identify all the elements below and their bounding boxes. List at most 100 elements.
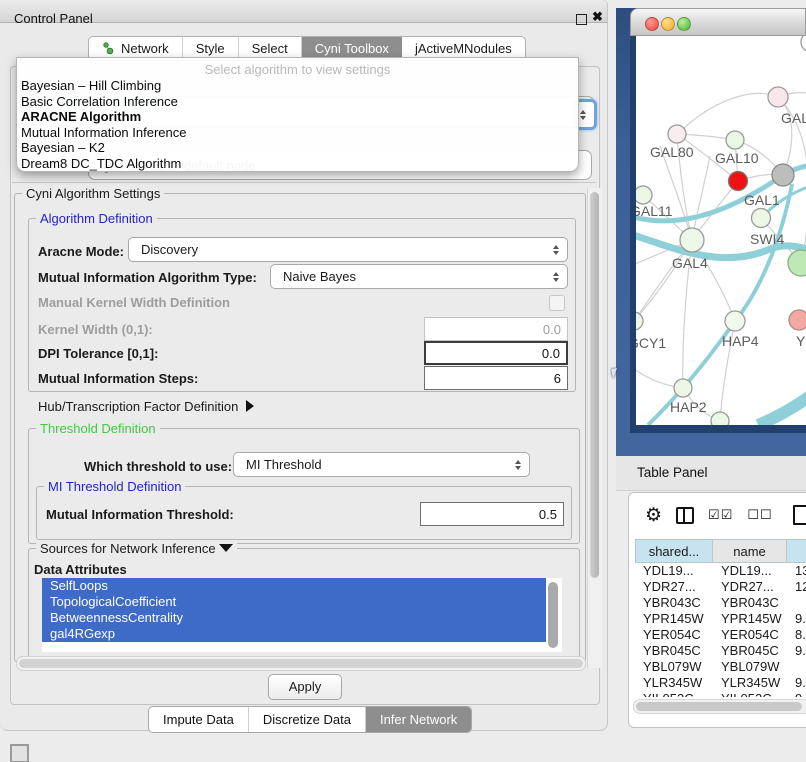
float-window-icon[interactable]	[576, 14, 587, 25]
table-cell: 9.	[787, 691, 806, 697]
table-row[interactable]: YDR27...YDR27...12	[635, 579, 806, 595]
network-node[interactable]	[801, 36, 806, 52]
network-node-gal1[interactable]	[772, 164, 794, 186]
dropdown-item[interactable]: ARACNE Algorithm	[17, 109, 578, 125]
table-row[interactable]: YBR043CYBR043C	[635, 595, 806, 611]
table-cell: 9.	[787, 643, 806, 659]
horizontal-scrollbar[interactable]	[16, 656, 586, 671]
manual-kernel-checkbox[interactable]	[549, 295, 565, 311]
hub-section-toggle[interactable]: Hub/Transcription Factor Definition	[38, 399, 254, 414]
column-header[interactable]: name	[713, 539, 787, 563]
network-node-swi4[interactable]	[752, 209, 771, 228]
dropdown-item[interactable]: Dream8 DC_TDC Algorithm	[17, 156, 578, 172]
node-label: HAP2	[670, 399, 707, 415]
algorithm-dropdown-popup: Select algorithm to view settings Bayesi…	[16, 57, 579, 172]
manual-kernel-label: Manual Kernel Width Definition	[38, 295, 230, 310]
network-node-y[interactable]	[789, 310, 806, 330]
table-cell: YBR045C	[635, 643, 713, 659]
node-label: SWI4	[750, 231, 784, 247]
table-cell: 13	[787, 563, 806, 579]
mi-threshold-field[interactable]: 0.5	[420, 502, 564, 526]
network-node-hap2[interactable]	[674, 379, 692, 397]
docked-panel-icon[interactable]	[10, 744, 29, 762]
select-all-icon[interactable]: ☑☑	[708, 507, 733, 523]
table-cell: 12	[787, 579, 806, 595]
close-window-icon[interactable]: ✖	[592, 9, 603, 25]
kernel-width-field[interactable]: 0.0	[424, 317, 568, 341]
table-row[interactable]: YBL079WYBL079W	[635, 659, 806, 675]
network-node-gcy1[interactable]	[636, 312, 643, 330]
table-cell: 8.	[787, 627, 806, 643]
mi-steps-field[interactable]: 6	[424, 366, 568, 390]
network-node[interactable]	[711, 412, 729, 425]
document-icon[interactable]	[793, 505, 806, 525]
data-attributes-list[interactable]: SelfLoopsTopologicalCoefficientBetweenne…	[42, 578, 562, 652]
vertical-scrollbar[interactable]	[587, 188, 602, 668]
network-node-gal4[interactable]	[680, 228, 704, 252]
mi-threshold-title: MI Threshold Definition	[44, 479, 185, 494]
table-row[interactable]: YER054CYER054C8.	[635, 627, 806, 643]
table-row[interactable]: YPR145WYPR145W9.	[635, 611, 806, 627]
bottom-tab-bar: Impute DataDiscretize DataInfer Network	[148, 706, 472, 733]
network-node-gal11[interactable]	[636, 186, 652, 204]
network-node-gal80[interactable]	[668, 125, 686, 143]
which-threshold-combobox[interactable]: MI Threshold	[233, 452, 530, 477]
stepper-arrows-icon	[515, 460, 521, 470]
table-row[interactable]: YLR345WYLR345W9.	[635, 675, 806, 691]
tab-infer-network[interactable]: Infer Network	[366, 707, 471, 732]
node-label: GAL	[781, 110, 806, 126]
dpi-tolerance-field[interactable]: 0.0	[424, 341, 568, 365]
tab-impute-data[interactable]: Impute Data	[149, 707, 249, 732]
dropdown-prompt: Select algorithm to view settings	[17, 58, 578, 78]
network-nodes: GALGAL80GAL10GAL1GAL11SWI4GAL4GCY1HAP4YH…	[636, 36, 806, 425]
sources-toggle[interactable]: Sources for Network Inference	[36, 541, 237, 556]
table-horizontal-scrollbar[interactable]	[633, 699, 806, 714]
mi-steps-label: Mutual Information Steps:	[38, 371, 198, 386]
gear-icon[interactable]: ⚙	[645, 506, 662, 525]
close-traffic-light-icon[interactable]	[645, 17, 659, 31]
split-columns-icon[interactable]	[676, 507, 694, 524]
table-cell	[787, 595, 806, 611]
network-node-gal[interactable]	[768, 87, 788, 107]
network-icon	[102, 42, 115, 55]
attribute-item[interactable]: gal4RGexp	[42, 626, 546, 642]
attribute-item[interactable]: BetweennessCentrality	[42, 610, 546, 626]
expand-right-icon[interactable]	[246, 400, 254, 412]
column-header[interactable]: A	[787, 539, 806, 563]
dropdown-item[interactable]: Bayesian – K2	[17, 140, 578, 156]
minimize-traffic-light-icon[interactable]	[661, 17, 675, 31]
column-header[interactable]: shared...	[635, 539, 713, 563]
dropdown-item[interactable]: Bayesian – Hill Climbing	[17, 78, 578, 94]
window-title: Control Panel	[14, 11, 93, 26]
node-label: GAL11	[636, 203, 673, 219]
panel-divider	[12, 182, 596, 183]
mi-threshold-label: Mutual Information Threshold:	[46, 507, 234, 522]
tab-discretize-data[interactable]: Discretize Data	[249, 707, 366, 732]
network-node[interactable]	[788, 250, 806, 276]
table-cell: YLR345W	[713, 675, 787, 691]
collapse-down-icon[interactable]	[219, 544, 233, 552]
attribute-item[interactable]: SelfLoops	[42, 578, 546, 594]
dropdown-item[interactable]: Mutual Information Inference	[17, 125, 578, 141]
dropdown-item[interactable]: Basic Correlation Inference	[17, 94, 578, 110]
table-row[interactable]: YIL052CYIL052C9.	[635, 691, 806, 697]
attribute-item[interactable]: TopologicalCoefficient	[42, 594, 546, 610]
table-row[interactable]: YDL19...YDL19...13	[635, 563, 806, 579]
aracne-mode-combobox[interactable]: Discovery	[128, 237, 568, 262]
table-cell: 9.	[787, 611, 806, 627]
mi-type-combobox[interactable]: Naive Bayes	[270, 264, 568, 289]
apply-button[interactable]: Apply	[268, 674, 342, 700]
zoom-traffic-light-icon[interactable]	[677, 17, 691, 31]
network-window-titlebar[interactable]	[630, 8, 806, 36]
network-node-hap4[interactable]	[725, 311, 745, 331]
node-label: Y	[796, 333, 806, 349]
table-cell: YIL052C	[635, 691, 713, 697]
select-none-icon[interactable]: ☐☐	[747, 507, 772, 523]
table-cell: YBL079W	[635, 659, 713, 675]
table-panel-title: Table Panel	[637, 465, 708, 480]
attributes-scrollbar[interactable]	[548, 582, 558, 648]
table-row[interactable]: YBR045CYBR045C9.	[635, 643, 806, 659]
network-node[interactable]	[729, 172, 748, 191]
network-node-gal10[interactable]	[726, 131, 744, 149]
network-view[interactable]: GALGAL80GAL10GAL1GAL11SWI4GAL4GCY1HAP4YH…	[636, 36, 806, 425]
